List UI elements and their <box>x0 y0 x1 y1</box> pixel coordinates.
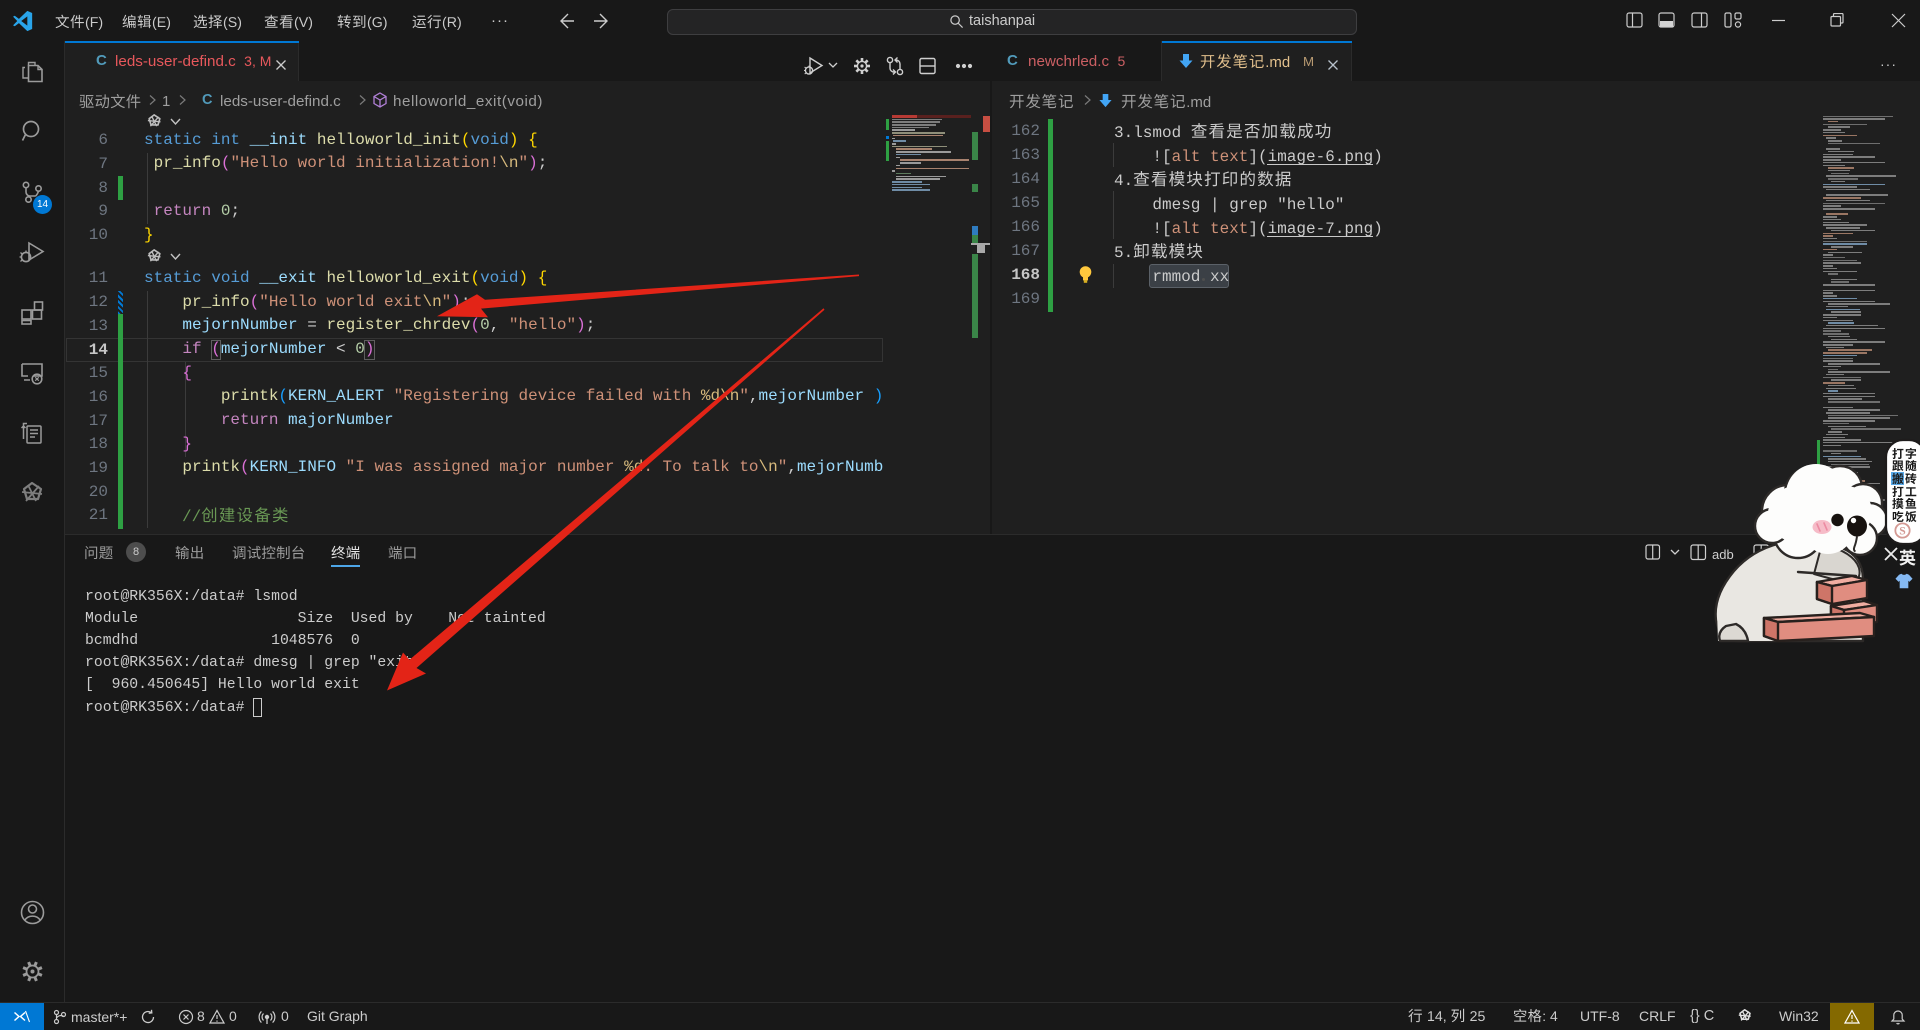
svg-text:S: S <box>1899 525 1905 538</box>
